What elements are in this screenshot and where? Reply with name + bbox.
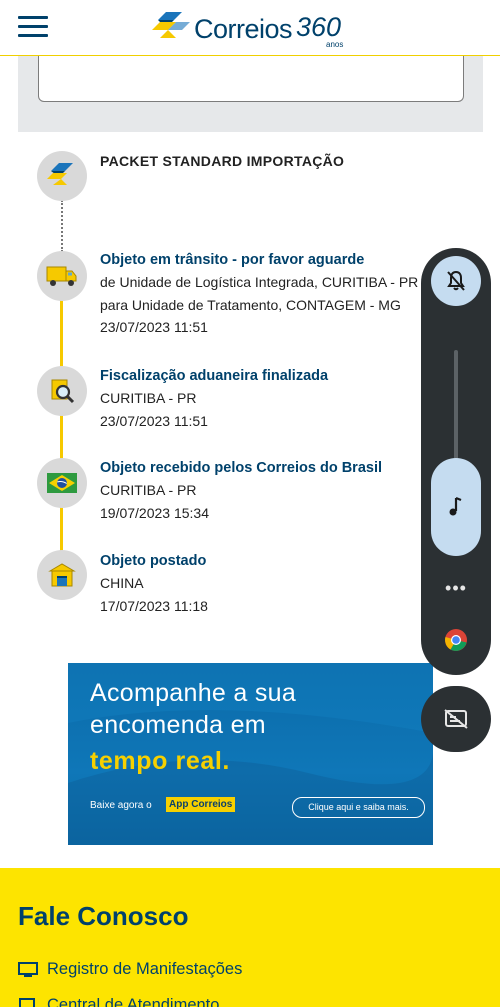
event-datetime: 23/07/2023 11:51 — [100, 412, 208, 429]
captions-off-icon — [444, 709, 468, 729]
correios-logo[interactable]: Correios 360 anos — [150, 8, 360, 52]
tracking-event: Fiscalização aduaneira finalizada CURITI… — [100, 365, 420, 432]
service-title: PACKET STANDARD IMPORTAÇÃO — [100, 153, 345, 169]
event-title: Objeto postado — [100, 553, 207, 569]
event-location: CURITIBA - PR — [100, 482, 197, 498]
logo-wordmark: Correios — [194, 14, 293, 44]
banner-line-2: encomenda em — [90, 711, 266, 739]
app-promo-banner[interactable]: Acompanhe a sua encomenda em tempo real.… — [68, 663, 433, 845]
footer-item-central[interactable]: Central de Atendimento — [18, 996, 219, 1007]
correios-mark-icon — [37, 151, 87, 201]
more-options-icon[interactable]: ••• — [421, 578, 491, 598]
banner-line-1: Acompanhe a sua — [90, 679, 297, 707]
timeline-line — [60, 296, 63, 556]
event-location: CHINA — [100, 575, 144, 591]
logo-anos: anos — [326, 40, 344, 49]
event-destination: para Unidade de Tratamento, CONTAGEM - M… — [100, 296, 401, 313]
timeline-dotted-line — [61, 200, 63, 252]
chrome-icon[interactable] — [444, 628, 468, 652]
bell-off-icon — [447, 270, 465, 291]
ringer-mute-button[interactable] — [431, 256, 481, 306]
banner-download-text: Baixe agora o — [90, 800, 152, 811]
footer-contact: Fale Conosco Registro de Manifestações C… — [0, 868, 500, 1007]
event-datetime: 19/07/2023 15:34 — [100, 504, 209, 521]
event-location: CURITIBA - PR — [100, 390, 197, 406]
correios-logo-mark-icon — [152, 12, 190, 38]
event-datetime: 17/07/2023 11:18 — [100, 597, 208, 614]
event-origin: de Unidade de Logística Integrada, CURIT… — [100, 274, 419, 290]
brazil-flag-icon — [37, 458, 87, 508]
result-box — [38, 56, 464, 102]
media-volume-slider[interactable] — [431, 458, 481, 556]
footer-item-label: Central de Atendimento — [47, 996, 220, 1007]
post-office-icon — [37, 550, 87, 600]
event-title: Objeto em trânsito - por favor aguarde — [100, 252, 365, 268]
tracking-event: Objeto em trânsito - por favor aguarde d… — [100, 249, 420, 339]
footer-title: Fale Conosco — [18, 901, 189, 931]
app-header: Correios 360 anos — [0, 0, 500, 56]
volume-panel: ••• — [421, 248, 491, 675]
phone-icon — [19, 997, 35, 1007]
menu-icon[interactable] — [18, 14, 50, 40]
live-caption-button[interactable] — [421, 686, 491, 752]
music-note-icon — [449, 496, 462, 516]
event-title: Objeto recebido pelos Correios do Brasil — [100, 460, 383, 476]
footer-item-label: Registro de Manifestações — [47, 960, 243, 978]
truck-icon — [37, 251, 87, 301]
event-title: Fiscalização aduaneira finalizada — [100, 368, 329, 384]
banner-line-3: tempo real. — [90, 747, 230, 775]
search-panel — [18, 56, 483, 132]
magnifier-document-icon — [37, 366, 87, 416]
banner-app-name: App Correios — [166, 797, 236, 812]
tracking-event: Objeto postado CHINA 17/07/2023 11:18 — [100, 550, 420, 617]
banner-cta-button[interactable]: Clique aqui e saiba mais. — [292, 797, 425, 818]
page: Correios 360 anos PACKET STANDARD IMPORT… — [0, 0, 500, 1007]
footer-item-registro[interactable]: Registro de Manifestações — [18, 960, 242, 979]
monitor-icon — [18, 961, 38, 977]
volume-track[interactable] — [454, 350, 458, 470]
event-datetime: 23/07/2023 11:51 — [100, 319, 208, 335]
logo-360: 360 — [296, 12, 342, 42]
tracking-event: Objeto recebido pelos Correios do Brasil… — [100, 457, 420, 524]
